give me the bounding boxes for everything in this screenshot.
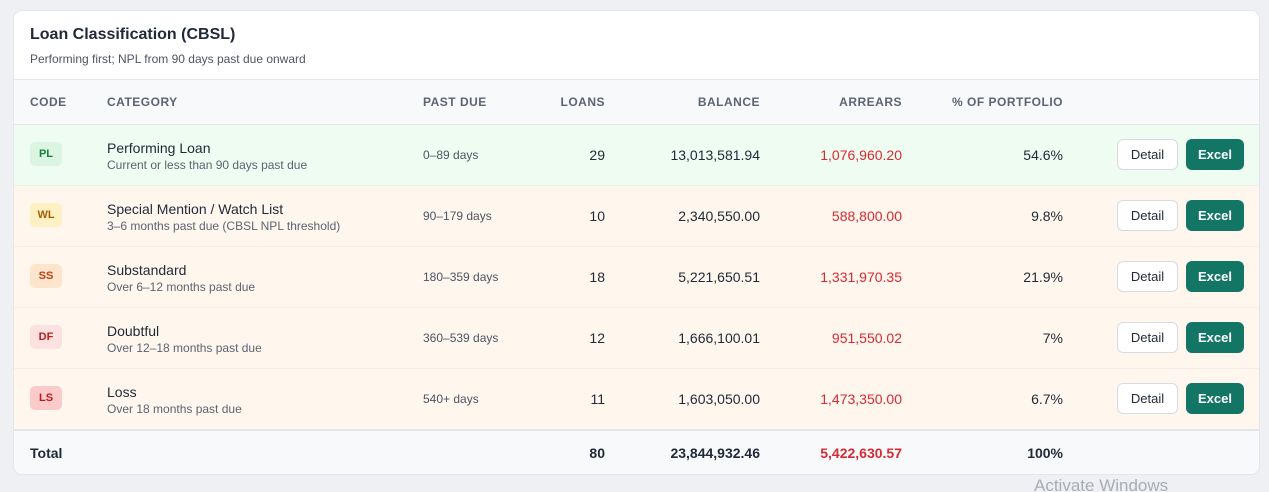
balance-value: 5,221,650.51 <box>678 269 760 285</box>
total-label: Total <box>30 445 63 461</box>
category-name: Substandard <box>107 262 187 278</box>
column-header-balance[interactable]: BALANCE <box>614 80 760 124</box>
category-name: Loss <box>107 384 137 400</box>
balance-value: 13,013,581.94 <box>670 147 760 163</box>
portfolio-percent: 7% <box>1042 330 1063 346</box>
column-header-category[interactable]: CATEGORY <box>107 80 178 124</box>
code-badge: DF <box>30 325 62 349</box>
activate-windows-watermark: Activate Windows <box>1034 476 1169 492</box>
loans-count: 18 <box>589 269 605 285</box>
detail-button[interactable]: Detail <box>1117 261 1178 292</box>
balance-value: 1,666,100.01 <box>678 330 760 346</box>
arrears-value: 588,800.00 <box>831 208 902 224</box>
total-row: Total 80 23,844,932.46 5,422,630.57 100% <box>14 429 1259 474</box>
loans-count: 10 <box>589 208 605 224</box>
total-portfolio-percent: 100% <box>1027 445 1063 461</box>
balance-value: 2,340,550.00 <box>678 208 760 224</box>
portfolio-percent: 21.9% <box>1023 269 1063 285</box>
past-due-range: 180–359 days <box>423 270 499 284</box>
arrears-value: 951,550.02 <box>831 330 902 346</box>
arrears-value: 1,076,960.20 <box>820 147 902 163</box>
code-badge: WL <box>30 203 62 227</box>
code-badge: SS <box>30 264 62 288</box>
total-arrears: 5,422,630.57 <box>820 445 902 461</box>
category-description: Over 6–12 months past due <box>107 280 256 294</box>
loans-count: 29 <box>589 147 605 163</box>
table-row: LS Loss Over 18 months past due 540+ day… <box>14 369 1259 430</box>
column-header-arrears[interactable]: ARREARS <box>774 80 902 124</box>
arrears-value: 1,331,970.35 <box>820 269 902 285</box>
category-name: Performing Loan <box>107 140 211 156</box>
total-balance: 23,844,932.46 <box>670 445 760 461</box>
past-due-range: 540+ days <box>423 392 479 406</box>
card-header: Loan Classification (CBSL) Performing fi… <box>14 11 1259 79</box>
arrears-value: 1,473,350.00 <box>820 391 902 407</box>
balance-value: 1,603,050.00 <box>678 391 760 407</box>
category-description: Over 12–18 months past due <box>107 341 262 355</box>
card-subtitle: Performing first; NPL from 90 days past … <box>30 52 306 66</box>
excel-export-button[interactable]: Excel <box>1186 383 1244 414</box>
card-title: Loan Classification (CBSL) <box>30 26 236 43</box>
past-due-range: 0–89 days <box>423 148 479 162</box>
detail-button[interactable]: Detail <box>1117 200 1178 231</box>
column-header-past-due[interactable]: PAST DUE <box>423 80 487 124</box>
table-row: PL Performing Loan Current or less than … <box>14 125 1259 186</box>
table-row: DF Doubtful Over 12–18 months past due 3… <box>14 308 1259 369</box>
excel-export-button[interactable]: Excel <box>1186 322 1244 353</box>
table-row: WL Special Mention / Watch List 3–6 mont… <box>14 186 1259 247</box>
table-header: CODE CATEGORY PAST DUE LOANS BALANCE ARR… <box>14 79 1259 125</box>
code-badge: PL <box>30 142 62 166</box>
category-description: 3–6 months past due (CBSL NPL threshold) <box>107 219 341 233</box>
table-row: SS Substandard Over 6–12 months past due… <box>14 247 1259 308</box>
loan-classification-card: Loan Classification (CBSL) Performing fi… <box>13 10 1260 475</box>
excel-export-button[interactable]: Excel <box>1186 261 1244 292</box>
category-name: Special Mention / Watch List <box>107 201 284 217</box>
category-description: Current or less than 90 days past due <box>107 158 308 172</box>
code-badge: LS <box>30 386 62 410</box>
detail-button[interactable]: Detail <box>1117 322 1178 353</box>
column-header-pct-portfolio[interactable]: % OF PORTFOLIO <box>914 80 1063 124</box>
total-loans: 80 <box>589 445 605 461</box>
category-name: Doubtful <box>107 323 160 339</box>
column-header-code[interactable]: CODE <box>30 80 67 124</box>
detail-button[interactable]: Detail <box>1117 383 1178 414</box>
category-description: Over 18 months past due <box>107 402 242 416</box>
portfolio-percent: 9.8% <box>1031 208 1063 224</box>
detail-button[interactable]: Detail <box>1117 139 1178 170</box>
portfolio-percent: 54.6% <box>1023 147 1063 163</box>
loans-count: 12 <box>589 330 605 346</box>
loans-count: 11 <box>590 391 605 407</box>
excel-export-button[interactable]: Excel <box>1186 200 1244 231</box>
column-header-loans[interactable]: LOANS <box>534 80 605 124</box>
past-due-range: 90–179 days <box>423 209 492 223</box>
excel-export-button[interactable]: Excel <box>1186 139 1244 170</box>
portfolio-percent: 6.7% <box>1031 391 1063 407</box>
past-due-range: 360–539 days <box>423 331 499 345</box>
